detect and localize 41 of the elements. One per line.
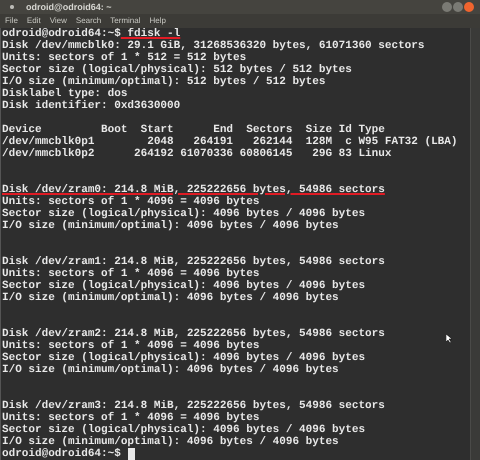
output-line: Device Boot Start End Sectors Size Id Type	[2, 124, 385, 136]
output-line: Sector size (logical/physical): 4096 bytes / 4096 bytes	[2, 208, 366, 220]
menu-item[interactable]: Edit	[26, 15, 41, 27]
mouse-pointer-icon	[446, 334, 452, 343]
output-line: I/O size (minimum/optimal): 4096 bytes / 4096 bytes	[2, 292, 339, 304]
menu-item[interactable]: File	[5, 15, 18, 27]
output-line: Disklabel type: dos	[2, 88, 128, 100]
output-line: I/O size (minimum/optimal): 512 bytes / 512 bytes	[2, 76, 326, 88]
window-title: odroid@odroid64: ~	[26, 1, 112, 13]
terminal-icon	[10, 5, 14, 9]
output-line: Sector size (logical/physical): 4096 bytes / 4096 bytes	[2, 352, 366, 364]
close-button[interactable]	[464, 2, 474, 12]
output-line: Units: sectors of 1 * 512 = 512 bytes	[2, 52, 246, 64]
output-line: Sector size (logical/physical): 4096 bytes / 4096 bytes	[2, 280, 366, 292]
output-line: Units: sectors of 1 * 4096 = 4096 bytes	[2, 340, 260, 352]
output-line: Disk /dev/zram2: 214.8 MiB, 225222656 bytes, 54986 sectors	[2, 328, 385, 340]
output-line: Units: sectors of 1 * 4096 = 4096 bytes	[2, 268, 260, 280]
output-line: Disk /dev/zram3: 214.8 MiB, 225222656 bytes, 54986 sectors	[2, 400, 385, 412]
minimize-button[interactable]	[442, 2, 452, 12]
output-line: Units: sectors of 1 * 4096 = 4096 bytes	[2, 196, 260, 208]
output-line: Disk /dev/zram0: 214.8 MiB, 225222656 bytes, 54986 sectors	[2, 184, 385, 196]
menu-item[interactable]: Terminal	[110, 15, 140, 27]
prompt-text: odroid@odroid64:~$	[2, 448, 121, 460]
output-line: Units: sectors of 1 * 4096 = 4096 bytes	[2, 412, 260, 424]
output-line: Disk identifier: 0xd3630000	[2, 100, 180, 112]
menu-item[interactable]: Help	[149, 15, 166, 27]
menu-item[interactable]: View	[50, 15, 67, 27]
output-line: I/O size (minimum/optimal): 4096 bytes / 4096 bytes	[2, 220, 339, 232]
output-line: /dev/mmcblk0p1 2048 264191 262144 128M c W95 FAT32 (LBA)	[2, 136, 458, 148]
output-line: Sector size (logical/physical): 512 bytes / 512 bytes	[2, 64, 352, 76]
output-line: /dev/mmcblk0p2 264192 61070336 60806145 29G 83 Linux	[2, 148, 392, 160]
menu-item[interactable]: Search	[76, 15, 102, 27]
output-line: Disk /dev/zram1: 214.8 MiB, 225222656 bytes, 54986 sectors	[2, 256, 385, 268]
output-line: I/O size (minimum/optimal): 4096 bytes / 4096 bytes	[2, 436, 339, 448]
scrollbar[interactable]	[470, 28, 480, 460]
output-line: Disk /dev/mmcblk0: 29.1 GiB, 31268536320 bytes, 61071360 sectors	[2, 40, 424, 52]
output-line: Sector size (logical/physical): 4096 bytes / 4096 bytes	[2, 424, 366, 436]
output-line: I/O size (minimum/optimal): 4096 bytes / 4096 bytes	[2, 364, 339, 376]
prompt-text: odroid@odroid64:~$	[2, 28, 121, 40]
command-text: fdisk -l	[126, 28, 180, 40]
maximize-button[interactable]	[453, 2, 463, 12]
